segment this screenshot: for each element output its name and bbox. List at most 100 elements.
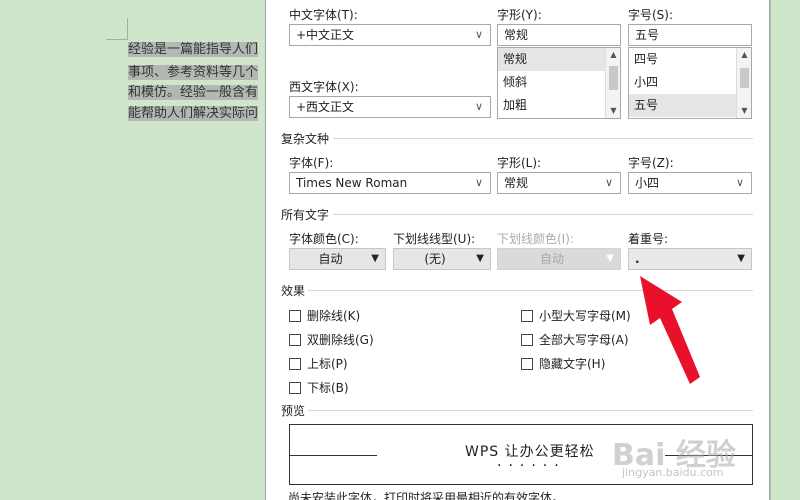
complex-section-title: 复杂文种 <box>281 132 330 146</box>
underline-type-label: 下划线线型(U): <box>393 232 476 246</box>
underline-color-label: 下划线颜色(I): <box>497 232 574 246</box>
scroll-down-icon[interactable]: ▼ <box>737 104 751 118</box>
selected-text: 和模仿。经验一般含有 <box>128 85 259 100</box>
west-font-combo[interactable]: +西文正文 ∨ <box>289 96 491 118</box>
scroll-thumb[interactable] <box>740 68 749 88</box>
checkbox-label: 小型大写字母(M) <box>539 309 631 323</box>
selected-text: 事项、参考资料等几个 <box>128 65 259 80</box>
scroll-thumb[interactable] <box>609 66 618 90</box>
west-font-value: +西文正文 <box>296 100 355 114</box>
emphasis-label: 着重号: <box>628 232 669 246</box>
triangle-down-icon: ▼ <box>606 253 614 264</box>
checkbox-box[interactable] <box>521 309 533 322</box>
effects-section-title: 效果 <box>281 284 306 298</box>
crop-mark-horizontal <box>106 39 128 40</box>
strikethrough-checkbox[interactable]: 删除线(K) <box>289 307 360 324</box>
style-list[interactable]: 常规 倾斜 加粗 ▲ ▼ <box>497 47 621 119</box>
cn-font-combo[interactable]: +中文正文 ∨ <box>289 24 491 46</box>
crop-mark-vertical <box>127 18 128 40</box>
document-line[interactable]: 事项、参考资料等几个 <box>128 63 270 82</box>
emphasis-dropdown[interactable]: . ▼ <box>628 248 752 270</box>
checkbox-box[interactable] <box>289 381 301 394</box>
preview-section-title: 预览 <box>281 404 306 418</box>
style-list-scrollbar[interactable]: ▲ ▼ <box>605 48 620 118</box>
list-item[interactable]: 加粗 <box>498 94 620 117</box>
size-label: 字号(S): <box>628 8 674 22</box>
divider <box>333 214 753 215</box>
checkbox-label: 全部大写字母(A) <box>539 333 629 347</box>
document-area: 经验是一篇能指导人们 事项、参考资料等几个 和模仿。经验一般含有 能帮助人们解决… <box>0 0 270 500</box>
font-dialog: 中文字体(T): +中文正文 ∨ 字形(Y): 常规 常规 倾斜 加粗 ▲ ▼ … <box>265 0 770 500</box>
divider <box>308 290 753 291</box>
chevron-down-icon[interactable]: ∨ <box>473 25 485 45</box>
style-label: 字形(Y): <box>497 8 542 22</box>
chevron-down-icon[interactable]: ∨ <box>473 97 485 117</box>
list-item[interactable]: 五号 <box>629 94 751 117</box>
preview-baseline-left <box>290 455 377 456</box>
style-input[interactable]: 常规 <box>497 24 621 46</box>
double-strikethrough-checkbox[interactable]: 双删除线(G) <box>289 331 374 348</box>
triangle-down-icon[interactable]: ▼ <box>476 249 484 269</box>
list-item[interactable]: 倾斜 <box>498 71 620 94</box>
list-item[interactable]: 常规 <box>498 48 620 71</box>
document-line[interactable]: 经验是一篇能指导人们 <box>128 40 270 59</box>
scroll-up-icon[interactable]: ▲ <box>606 48 620 62</box>
underline-color-value: 自动 <box>539 252 564 266</box>
emphasis-dots: ······ <box>497 458 566 474</box>
chevron-down-icon[interactable]: ∨ <box>734 173 746 193</box>
font-color-dropdown[interactable]: 自动 ▼ <box>289 248 386 270</box>
complex-font-combo[interactable]: Times New Roman ∨ <box>289 172 491 194</box>
complex-size-value: 小四 <box>635 176 660 190</box>
font-color-label: 字体颜色(C): <box>289 232 359 246</box>
all-caps-checkbox[interactable]: 全部大写字母(A) <box>521 331 629 348</box>
size-value: 五号 <box>635 28 660 42</box>
underline-type-value: (无) <box>424 252 446 266</box>
scroll-down-icon[interactable]: ▼ <box>606 104 620 118</box>
size-list-scrollbar[interactable]: ▲ ▼ <box>736 48 751 118</box>
checkbox-box[interactable] <box>289 309 301 322</box>
divider <box>308 410 753 411</box>
font-missing-note: 尚未安装此字体，打印时将采用最相近的有效字体。 <box>288 491 565 500</box>
chevron-down-icon[interactable]: ∨ <box>473 173 485 193</box>
checkbox-box[interactable] <box>289 333 301 346</box>
font-color-value: 自动 <box>318 252 343 266</box>
complex-font-value: Times New Roman <box>296 176 408 190</box>
superscript-checkbox[interactable]: 上标(P) <box>289 355 348 372</box>
watermark-url: jingyan.baidu.com <box>622 466 724 479</box>
complex-style-label: 字形(L): <box>497 156 542 170</box>
complex-style-combo[interactable]: 常规 ∨ <box>497 172 621 194</box>
list-item[interactable]: 四号 <box>629 48 751 71</box>
chevron-down-icon[interactable]: ∨ <box>603 173 615 193</box>
scroll-up-icon[interactable]: ▲ <box>737 48 751 62</box>
triangle-down-icon[interactable]: ▼ <box>371 249 379 269</box>
document-margin-right <box>770 0 800 500</box>
divider <box>333 138 753 139</box>
checkbox-label: 上标(P) <box>307 357 348 371</box>
list-item[interactable]: 小四 <box>629 71 751 94</box>
checkbox-box[interactable] <box>289 357 301 370</box>
checkbox-label: 双删除线(G) <box>307 333 374 347</box>
size-list[interactable]: 四号 小四 五号 ▲ ▼ <box>628 47 752 119</box>
cn-font-label: 中文字体(T): <box>289 8 358 22</box>
checkbox-label: 删除线(K) <box>307 309 361 323</box>
complex-font-label: 字体(F): <box>289 156 334 170</box>
size-input[interactable]: 五号 <box>628 24 752 46</box>
checkbox-box[interactable] <box>521 333 533 346</box>
document-line[interactable]: 能帮助人们解决实际问 <box>128 104 270 123</box>
hidden-text-checkbox[interactable]: 隐藏文字(H) <box>521 355 605 372</box>
checkbox-label: 下标(B) <box>307 381 349 395</box>
checkbox-label: 隐藏文字(H) <box>539 357 606 371</box>
selected-text: 经验是一篇能指导人们 <box>128 42 259 57</box>
cn-font-value: +中文正文 <box>296 28 355 42</box>
small-caps-checkbox[interactable]: 小型大写字母(M) <box>521 307 631 324</box>
triangle-down-icon[interactable]: ▼ <box>737 249 745 269</box>
document-line[interactable]: 和模仿。经验一般含有 <box>128 83 270 102</box>
complex-size-label: 字号(Z): <box>628 156 674 170</box>
selected-text: 能帮助人们解决实际问 <box>128 106 259 121</box>
underline-type-dropdown[interactable]: (无) ▼ <box>393 248 491 270</box>
complex-style-value: 常规 <box>504 176 529 190</box>
subscript-checkbox[interactable]: 下标(B) <box>289 379 349 396</box>
checkbox-box[interactable] <box>521 357 533 370</box>
complex-size-combo[interactable]: 小四 ∨ <box>628 172 752 194</box>
emphasis-value: . <box>635 252 640 266</box>
